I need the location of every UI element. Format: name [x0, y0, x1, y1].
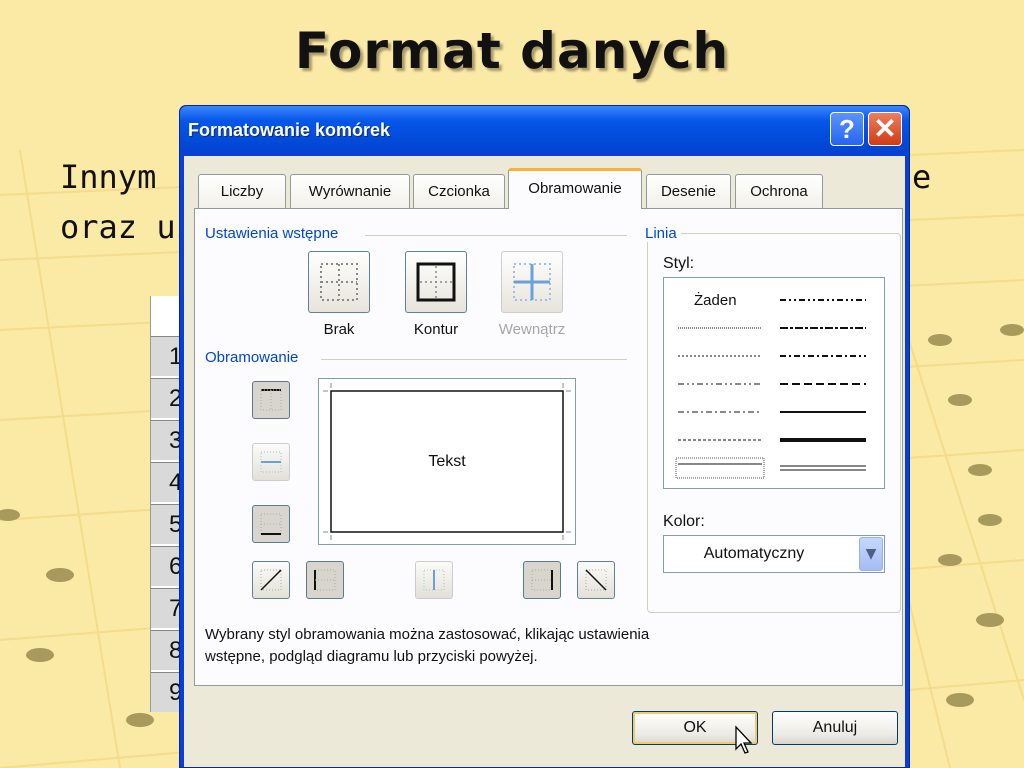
- diagonal-up-icon: [260, 569, 282, 591]
- dialog-titlebar[interactable]: Formatowanie komórek ? ✕: [180, 106, 909, 156]
- hint-line-1: Wybrany styl obramowania można zastosowa…: [205, 626, 650, 643]
- border-group-label: Obramowanie: [205, 349, 303, 366]
- border-top-icon: [260, 389, 282, 411]
- border-preview[interactable]: Tekst: [318, 378, 576, 545]
- preview-text: Tekst: [428, 453, 466, 470]
- border-right-icon: [531, 569, 553, 591]
- tab-czcionka[interactable]: Czcionka: [413, 174, 505, 208]
- mouse-cursor-icon: [735, 725, 753, 754]
- help-button[interactable]: ?: [830, 112, 864, 146]
- divider: [365, 235, 627, 236]
- preset-none-label: Brak: [323, 321, 355, 338]
- border-inside-vertical-button[interactable]: [415, 561, 453, 599]
- tab-obramowanie[interactable]: Obramowanie: [508, 168, 642, 209]
- cancel-button[interactable]: Anuluj: [772, 711, 898, 745]
- line-group-label: Linia: [643, 225, 681, 242]
- border-bottom-icon: [260, 513, 282, 535]
- tab-wyrownanie[interactable]: Wyrównanie: [290, 174, 410, 208]
- slide-text-line1-end: e: [912, 158, 932, 196]
- preset-inside-button[interactable]: [501, 251, 563, 313]
- close-button[interactable]: ✕: [868, 112, 902, 146]
- slide-title: Format danych: [294, 22, 730, 80]
- hint-text: Wybrany styl obramowania można zastosowa…: [205, 624, 805, 668]
- border-top-button[interactable]: [252, 381, 290, 419]
- line-style-samples: [675, 299, 866, 479]
- preset-none-button[interactable]: [308, 251, 370, 313]
- border-inside-horizontal-button[interactable]: [252, 443, 290, 481]
- format-cells-dialog: Formatowanie komórek ? ✕ Liczby Wyrównan…: [179, 105, 910, 768]
- slide-text-line2: oraz us: [60, 208, 195, 246]
- color-label: Kolor:: [663, 513, 705, 530]
- slide-text-line1: Innym: [60, 158, 157, 196]
- border-none-icon: [320, 263, 358, 301]
- dialog-client-area: Liczby Wyrównanie Czcionka Obramowanie D…: [184, 156, 905, 767]
- border-inside-vertical-icon: [423, 569, 445, 591]
- border-left-button[interactable]: [306, 561, 344, 599]
- divider: [321, 359, 627, 360]
- tab-desenie[interactable]: Desenie: [646, 174, 731, 208]
- style-label: Styl:: [663, 255, 695, 272]
- border-diagonal-down-button[interactable]: [577, 561, 615, 599]
- border-left-icon: [314, 569, 336, 591]
- tab-liczby[interactable]: Liczby: [198, 174, 286, 208]
- border-bottom-button[interactable]: [252, 505, 290, 543]
- border-diagonal-up-button[interactable]: [252, 561, 290, 599]
- hint-line-2: wstępne, podgląd diagramu lub przyciski …: [205, 648, 538, 665]
- border-inside-icon: [513, 263, 551, 301]
- chevron-down-icon[interactable]: ▼: [859, 537, 883, 571]
- line-style-list[interactable]: Żaden: [663, 277, 885, 489]
- borders-panel: Ustawienia wstępne Brak Kontur Wewnątrz …: [194, 208, 903, 686]
- preset-outline-label: Kontur: [413, 321, 459, 338]
- tab-ochrona[interactable]: Ochrona: [735, 174, 823, 208]
- diagonal-down-icon: [585, 569, 607, 591]
- dialog-title: Formatowanie komórek: [188, 120, 391, 140]
- color-select[interactable]: Automatyczny ▼: [663, 535, 885, 573]
- color-value: Automatyczny: [703, 545, 805, 562]
- preset-inside-label: Wewnątrz: [498, 321, 566, 338]
- preset-outline-button[interactable]: [405, 251, 467, 313]
- border-outline-icon: [416, 262, 456, 302]
- presets-group-label: Ustawienia wstępne: [205, 225, 343, 242]
- border-inside-horizontal-icon: [260, 451, 282, 473]
- border-right-button[interactable]: [523, 561, 561, 599]
